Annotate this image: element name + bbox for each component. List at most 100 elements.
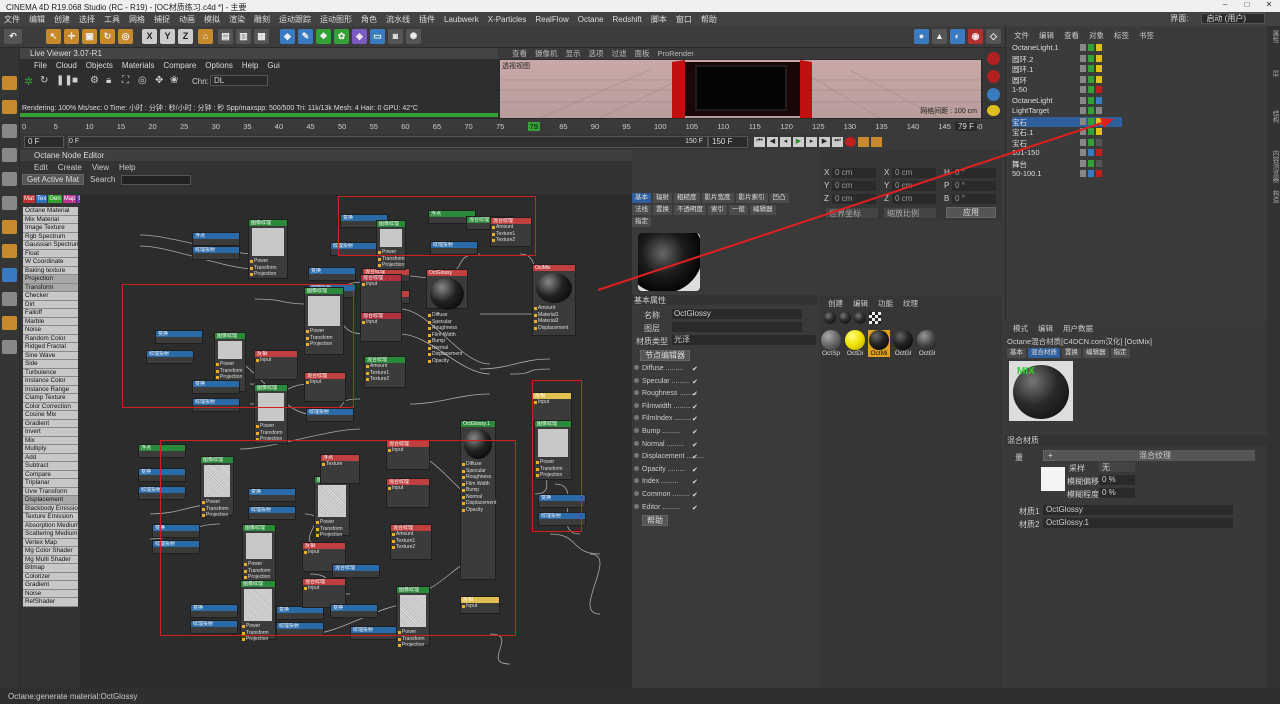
lock-icon[interactable]: 🔒︎ bbox=[106, 75, 111, 86]
perspective-viewport[interactable]: 查看 摄像机 显示 选项 过滤 面板 ProRender 透视视图 网格间距 : 100 c… bbox=[498, 48, 983, 118]
object-tag-icon[interactable] bbox=[1080, 44, 1086, 51]
side-tab[interactable]: 结构 bbox=[1269, 110, 1279, 123]
object-tag-icon[interactable] bbox=[1088, 107, 1094, 114]
om-menu-item[interactable]: 标签 bbox=[1114, 30, 1129, 41]
node-list-item[interactable]: Vertex Map bbox=[23, 538, 78, 547]
node-list-item[interactable]: Checker bbox=[23, 292, 78, 301]
menu-item[interactable]: 插件 bbox=[419, 14, 435, 25]
node-list-item[interactable]: Noise bbox=[23, 589, 78, 598]
menu-item[interactable]: 动画 bbox=[179, 14, 195, 25]
lv-menu-item[interactable]: Cloud bbox=[56, 61, 77, 70]
lock-icon[interactable] bbox=[2, 292, 17, 306]
menu-item[interactable]: 渲染 bbox=[229, 14, 245, 25]
category-tab[interactable]: Tex bbox=[36, 195, 48, 203]
node-list-item[interactable]: Rgb Spectrum bbox=[23, 232, 78, 241]
node-list-item[interactable]: Color Correction bbox=[23, 402, 78, 411]
object-tag-icon[interactable] bbox=[1080, 65, 1086, 72]
menu-item[interactable]: 选择 bbox=[79, 14, 95, 25]
object-tag-icon[interactable] bbox=[1096, 170, 1102, 177]
material-tab[interactable]: 凹凸 bbox=[769, 193, 789, 203]
next-frame-icon[interactable]: ▸ bbox=[806, 137, 817, 147]
model-mode-icon[interactable] bbox=[2, 76, 17, 90]
menu-item[interactable]: 流水线 bbox=[386, 14, 410, 25]
material-tab[interactable]: 一般 bbox=[729, 205, 748, 215]
layer-field[interactable] bbox=[672, 322, 802, 332]
material-swatch[interactable]: OctMi bbox=[868, 330, 890, 357]
material-swatch[interactable]: OctGl bbox=[916, 330, 938, 357]
ne-menu-item[interactable]: Create bbox=[58, 163, 82, 172]
side-tab[interactable]: 属性 bbox=[1269, 30, 1279, 43]
node-list-item[interactable]: Subtract bbox=[23, 462, 78, 471]
node-list-item[interactable]: Mix Material bbox=[23, 215, 78, 224]
render-settings-icon[interactable]: ▦ bbox=[254, 29, 269, 44]
node-list-item[interactable]: Marble bbox=[23, 317, 78, 326]
frame-range-slider[interactable]: 0 F 150 F bbox=[68, 136, 708, 148]
focus-icon[interactable]: ◎ bbox=[138, 75, 147, 86]
material-tab[interactable]: 影片索引 bbox=[735, 193, 768, 203]
mm-menu-item[interactable]: 创建 bbox=[828, 298, 843, 309]
node-list-item[interactable]: Projection bbox=[23, 275, 78, 284]
node-list-item[interactable]: Displacement bbox=[23, 496, 78, 505]
object-tag-icon[interactable] bbox=[1088, 138, 1094, 146]
mix-swatch[interactable] bbox=[1041, 467, 1065, 491]
object-row[interactable]: 圆环.2 bbox=[1012, 54, 1102, 64]
timeline[interactable]: 0 5 10 15 20 25 30 35 40 45 50 55 60 65 70 75 79 85 90 95 10… bbox=[20, 118, 1003, 134]
material-tab[interactable]: 影片宽度 bbox=[701, 193, 734, 203]
mix-node[interactable]: 混合纹理 Input bbox=[360, 312, 402, 342]
channel-row[interactable]: Filmwidth ......... ✔ bbox=[634, 402, 698, 411]
node-list-item[interactable]: Multiply bbox=[23, 445, 78, 454]
channel-checkbox[interactable]: ✔ bbox=[692, 403, 698, 411]
floor-icon[interactable]: ▭ bbox=[370, 29, 385, 44]
python-icon[interactable]: ● bbox=[914, 29, 929, 44]
pen-icon[interactable]: ✎ bbox=[298, 29, 313, 44]
rotate-tool-icon[interactable]: ↻ bbox=[100, 29, 115, 44]
object-tag-icon[interactable] bbox=[1096, 117, 1102, 125]
env-icon[interactable] bbox=[987, 88, 1000, 101]
end-frame-field[interactable]: 150 F bbox=[708, 136, 748, 148]
material-tab[interactable]: 编辑器 bbox=[750, 205, 776, 215]
object-tag-icon[interactable] bbox=[1088, 170, 1094, 177]
octane-icon[interactable]: ◐ bbox=[950, 29, 965, 44]
ne-menu-item[interactable]: View bbox=[92, 163, 109, 172]
object-row[interactable]: LightTarget bbox=[1012, 106, 1102, 116]
minimize-icon[interactable]: – bbox=[1214, 0, 1236, 12]
node-list-item[interactable]: RefShader bbox=[23, 598, 78, 607]
pick-icon[interactable]: ✥ bbox=[155, 75, 163, 86]
node-list-item[interactable]: Blackbody Emission bbox=[23, 504, 78, 513]
menu-item[interactable]: 模拟 bbox=[204, 14, 220, 25]
object-tag-icon[interactable] bbox=[1096, 54, 1102, 62]
stop-icon[interactable]: ■ bbox=[72, 75, 78, 86]
channel-checkbox[interactable]: ✔ bbox=[692, 453, 698, 461]
region-icon[interactable]: ⛶ bbox=[122, 75, 129, 86]
material-tab[interactable]: 置换 bbox=[653, 205, 672, 215]
material-pick-icon[interactable]: ❀ bbox=[170, 75, 178, 86]
node-list-item[interactable]: Noise bbox=[23, 326, 78, 335]
lv-menu-item[interactable]: File bbox=[34, 61, 47, 70]
start-frame-field[interactable]: 0 F bbox=[24, 136, 64, 148]
ne-menu-item[interactable]: Edit bbox=[34, 163, 48, 172]
channel-dropdown[interactable]: DL bbox=[210, 75, 268, 86]
menu-item[interactable]: 运动图形 bbox=[320, 14, 352, 25]
lv-menu-item[interactable]: Objects bbox=[86, 61, 113, 70]
magnet-icon[interactable] bbox=[2, 316, 17, 330]
node-list-item[interactable]: Absorption Medium bbox=[23, 521, 78, 530]
object-tag-icon[interactable] bbox=[1080, 96, 1086, 104]
node-list-item[interactable]: Add bbox=[23, 453, 78, 462]
material-swatch[interactable]: OctDi bbox=[844, 330, 866, 357]
coord-field[interactable]: 0 cm bbox=[892, 168, 936, 178]
attr-subtab[interactable]: 基本 bbox=[1007, 348, 1026, 358]
viewport-scene[interactable]: 透视视图 网格间距 : 100 cm bbox=[500, 60, 981, 118]
node-list-item[interactable]: Gaussian Spectrum bbox=[23, 241, 78, 250]
render-view-icon[interactable]: ▤ bbox=[218, 29, 233, 44]
object-tag-icon[interactable] bbox=[1096, 107, 1102, 114]
coord-field[interactable]: 0 cm bbox=[832, 194, 876, 204]
menu-item[interactable]: 网格 bbox=[129, 14, 145, 25]
object-tag-icon[interactable] bbox=[1080, 159, 1086, 167]
attr-subtab[interactable]: 置换 bbox=[1062, 348, 1081, 358]
filter-sphere-icon[interactable] bbox=[854, 312, 866, 324]
pause-icon[interactable]: ❚❚ bbox=[56, 75, 73, 86]
prev-key-icon[interactable]: ◀ bbox=[767, 137, 778, 147]
object-tag-icon[interactable] bbox=[1088, 159, 1094, 167]
node-list-item[interactable]: Dirt bbox=[23, 300, 78, 309]
menu-item[interactable]: 运动跟踪 bbox=[279, 14, 311, 25]
